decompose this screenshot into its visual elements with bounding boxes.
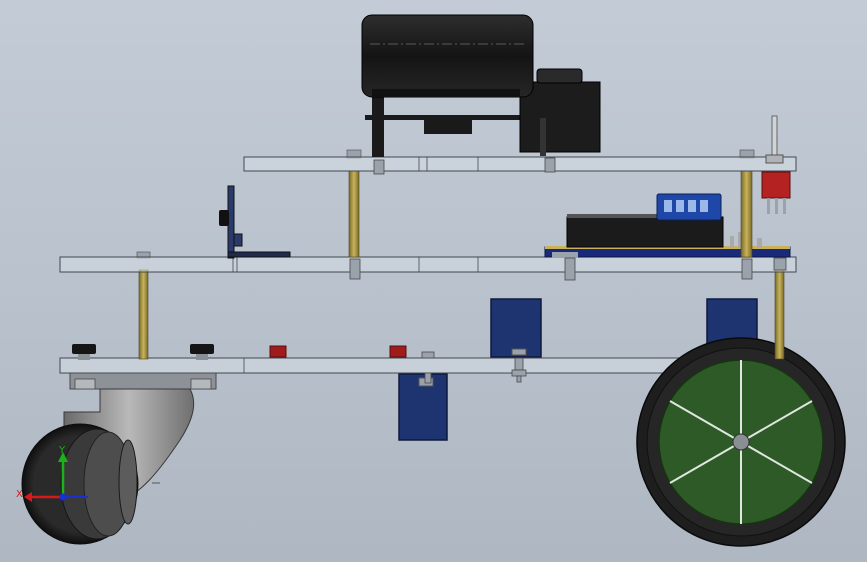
drive-wheel	[636, 337, 846, 547]
middle-plate	[59, 256, 797, 273]
standoff	[348, 170, 360, 258]
gearbox-cap	[536, 68, 583, 84]
standoff	[774, 269, 785, 360]
toggle-switch-body	[761, 171, 791, 199]
sensor-bracket	[219, 185, 291, 259]
controller-board	[544, 193, 791, 258]
gearbox	[519, 81, 601, 153]
driver-shield	[566, 216, 724, 248]
battery-holder-left-clip	[511, 348, 527, 356]
motor-cylinder	[361, 14, 534, 98]
y-axis-label: Y	[58, 445, 66, 456]
battery-holder-left	[490, 298, 542, 358]
top-plate-group	[243, 14, 797, 214]
caster-hub	[118, 439, 138, 525]
robot-side-view: Y X	[16, 14, 846, 547]
motor-housing	[361, 14, 601, 157]
standoff	[740, 170, 753, 258]
cad-viewport[interactable]: Y X	[0, 0, 867, 562]
drive-wheel-axle	[732, 433, 750, 451]
x-axis-label: X	[16, 489, 23, 500]
red-marker-right	[389, 345, 407, 358]
red-marker-left	[269, 345, 287, 358]
motor-mount-post	[372, 95, 384, 157]
sensor-module	[219, 210, 229, 226]
caster-wheel-assembly	[21, 372, 217, 545]
middle-plate-group	[59, 185, 797, 281]
standoff	[138, 269, 149, 360]
top-plate	[243, 156, 797, 172]
